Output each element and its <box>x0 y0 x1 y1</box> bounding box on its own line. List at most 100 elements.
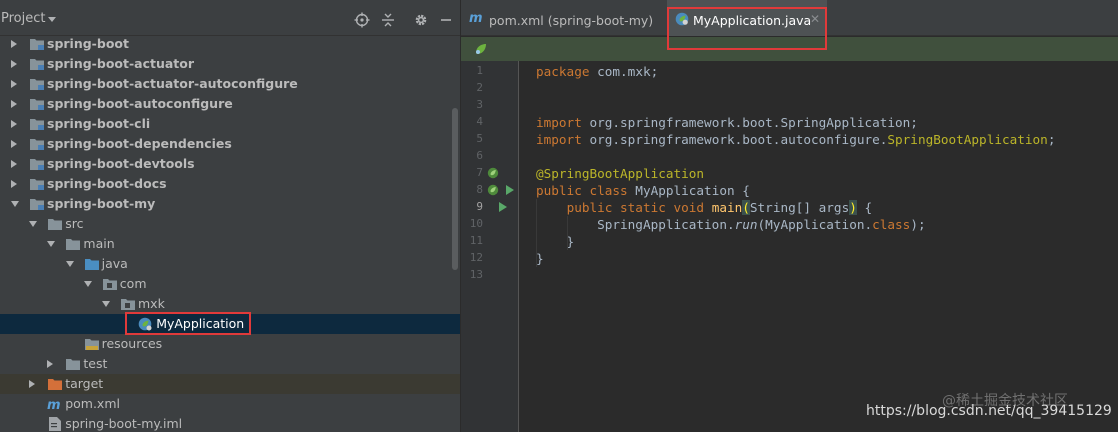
expand-arrow-right-icon[interactable] <box>29 380 36 388</box>
folder-icon <box>65 237 81 251</box>
code-editor: m pom.xml (spring-boot-my) MyApplication… <box>461 0 1118 432</box>
tree-item[interactable]: spring-boot-devtools <box>0 154 460 174</box>
iml-file-icon <box>47 417 63 431</box>
tree-item[interactable]: target <box>0 374 460 394</box>
tree-item[interactable]: spring-boot-my.iml <box>0 414 460 432</box>
indent-guide <box>536 199 537 267</box>
spring-leaf-icon[interactable] <box>473 41 489 57</box>
expand-arrow-down-icon[interactable] <box>102 301 110 307</box>
tree-item[interactable]: resources <box>0 334 460 354</box>
code-line-1: package com.mxk; <box>536 64 659 79</box>
tree-item[interactable]: spring-boot-dependencies <box>0 134 460 154</box>
module-folder-icon <box>29 137 45 151</box>
tree-item[interactable]: spring-boot-actuator <box>0 54 460 74</box>
tree-item[interactable]: com <box>0 274 460 294</box>
code-line-7: @SpringBootApplication <box>536 166 705 181</box>
tab-pom-xml[interactable]: m pom.xml (spring-boot-my) <box>461 0 661 36</box>
tree-item-label: spring-boot-my.iml <box>65 416 183 431</box>
project-view-title[interactable]: Project <box>1 11 45 26</box>
line-number: 4 <box>476 115 483 128</box>
highlight-box-active-tab <box>667 7 827 50</box>
expand-arrow-right-icon[interactable] <box>11 40 17 48</box>
tree-item[interactable]: spring-boot-autoconfigure <box>0 94 460 114</box>
view-selector-chevron-down-icon[interactable] <box>48 17 56 22</box>
line-number: 8 <box>476 183 483 196</box>
highlight-box-tree-myapplication <box>125 312 251 335</box>
expand-arrow-right-icon[interactable] <box>11 180 17 188</box>
line-number: 1 <box>476 64 483 77</box>
project-tool-window: Project spring-boot spring-boot-actuator s… <box>0 0 460 432</box>
module-folder-icon <box>29 57 45 71</box>
expand-arrow-right-icon[interactable] <box>11 60 17 68</box>
tree-item[interactable]: mxk <box>0 294 460 314</box>
maven-icon: m <box>469 11 483 26</box>
tree-item-label: main <box>83 236 115 251</box>
tree-item-label: spring-boot-actuator <box>47 56 195 71</box>
code-line-10: SpringApplication.run(MyApplication.clas… <box>597 217 926 232</box>
tree-item-label: spring-boot <box>47 36 129 51</box>
tree-item-label: resources <box>101 336 163 351</box>
run-play-icon[interactable] <box>505 185 515 195</box>
code-line-9: public static void main(String[] args) { <box>566 200 873 215</box>
line-number: 6 <box>476 149 483 162</box>
module-folder-icon <box>29 117 45 131</box>
svg-text:m: m <box>47 398 61 411</box>
run-play-icon[interactable] <box>498 202 508 212</box>
tree-item[interactable]: spring-boot-my <box>0 194 460 214</box>
expand-arrow-right-icon[interactable] <box>11 120 17 128</box>
collapse-all-icon[interactable] <box>380 12 396 28</box>
module-folder-icon <box>29 157 45 171</box>
tree-item[interactable]: spring-boot-cli <box>0 114 460 134</box>
line-number: 13 <box>469 268 483 281</box>
spring-bean-gutter-icon[interactable] <box>487 167 499 179</box>
gear-icon[interactable] <box>413 12 429 28</box>
tree-item-label: spring-boot-cli <box>47 116 151 131</box>
project-tree-scrollbar[interactable] <box>452 108 458 270</box>
module-folder-icon <box>29 97 45 111</box>
tree-item-label: spring-boot-actuator-autoconfigure <box>47 76 298 91</box>
expand-arrow-down-icon[interactable] <box>65 261 74 267</box>
line-number: 5 <box>476 132 483 145</box>
expand-arrow-right-icon[interactable] <box>11 100 17 108</box>
project-tree: spring-boot spring-boot-actuator spring-bo… <box>0 36 460 432</box>
tree-item-label: test <box>83 356 108 371</box>
tab-label: pom.xml (spring-boot-my) <box>489 13 654 28</box>
expand-arrow-right-icon[interactable] <box>11 80 17 88</box>
tree-item-label: com <box>119 276 147 291</box>
line-number: 11 <box>469 234 483 247</box>
line-number: 12 <box>469 251 483 264</box>
expand-arrow-right-icon[interactable] <box>11 160 17 168</box>
code-line-5: import org.springframework.boot.autoconf… <box>536 132 1056 147</box>
tree-item[interactable]: spring-boot <box>0 34 460 54</box>
tree-item[interactable]: main <box>0 234 460 254</box>
module-folder-icon <box>29 197 45 211</box>
tree-item[interactable]: java <box>0 254 460 274</box>
tree-item[interactable]: src <box>0 214 460 234</box>
tree-item[interactable]: spring-boot-actuator-autoconfigure <box>0 74 460 94</box>
resources-folder-icon <box>84 337 100 351</box>
source-folder-icon <box>84 257 100 271</box>
package-icon <box>102 277 118 291</box>
code-line-11: } <box>536 234 575 249</box>
expand-arrow-down-icon[interactable] <box>29 221 38 227</box>
tree-item-label: spring-boot-devtools <box>47 156 195 171</box>
tree-item[interactable]: spring-boot-docs <box>0 174 460 194</box>
module-folder-icon <box>29 37 45 51</box>
tree-item[interactable]: test <box>0 354 460 374</box>
locate-file-crosshair-icon[interactable] <box>354 12 370 28</box>
spring-bean-gutter-icon[interactable] <box>487 184 499 196</box>
expand-arrow-down-icon[interactable] <box>11 201 19 207</box>
expand-arrow-down-icon[interactable] <box>47 241 56 247</box>
line-number: 7 <box>476 166 483 179</box>
tree-item-label: spring-boot-autoconfigure <box>47 96 233 111</box>
expand-arrow-right-icon[interactable] <box>11 140 17 148</box>
hide-panel-icon[interactable] <box>438 12 454 28</box>
tree-item[interactable]: m pom.xml <box>0 394 460 414</box>
folder-icon <box>65 357 81 371</box>
module-folder-icon <box>29 177 45 191</box>
tree-item-label: target <box>65 376 104 391</box>
expand-arrow-right-icon[interactable] <box>47 360 54 368</box>
code-area[interactable]: package com.mxk; import org.springframew… <box>536 61 1118 432</box>
expand-arrow-down-icon[interactable] <box>83 281 92 287</box>
line-number: 9 <box>476 200 483 213</box>
